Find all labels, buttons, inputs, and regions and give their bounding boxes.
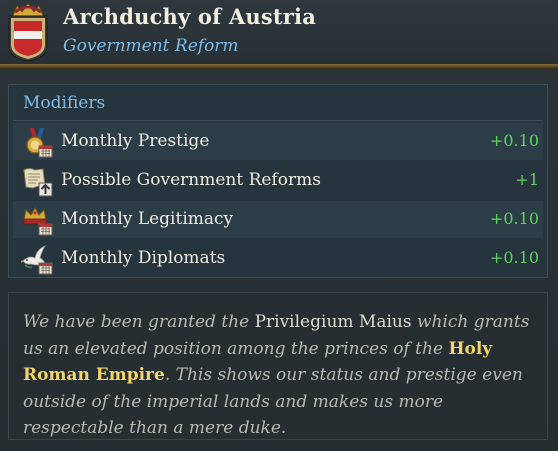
modifier-label: Monthly Legitimacy: [61, 209, 234, 229]
header-divider: [0, 64, 558, 69]
description-section: We have been granted the Privilegium Mai…: [8, 292, 548, 440]
modifier-row-prestige: Monthly Prestige +0.10: [13, 123, 543, 160]
privilegium-maius-text: Privilegium Maius: [254, 312, 412, 332]
tooltip-panel: Archduchy of Austria Government Reform M…: [0, 0, 558, 451]
modifier-value: +0.10: [489, 131, 539, 150]
tooltip-header: Archduchy of Austria Government Reform: [0, 0, 558, 66]
modifiers-heading: Modifiers: [23, 93, 106, 113]
modifier-label: Possible Government Reforms: [61, 170, 321, 190]
nation-title: Archduchy of Austria: [63, 4, 317, 29]
modifiers-divider: [13, 120, 543, 121]
modifier-label: Monthly Prestige: [61, 131, 210, 151]
modifier-value: +0.10: [489, 209, 539, 228]
austria-coat-of-arms-icon: [5, 2, 51, 62]
modifier-label: Monthly Diplomats: [61, 248, 226, 268]
modifiers-section: Modifiers Monthly Prestige +0.10 Possibl…: [8, 84, 548, 278]
modifier-row-legitimacy: Monthly Legitimacy +0.10: [13, 201, 543, 238]
diplomat-dove-icon: [19, 243, 53, 275]
modifier-value: +0.10: [489, 248, 539, 267]
legitimacy-crown-icon: [21, 204, 53, 236]
government-reform-scroll-icon: [21, 165, 53, 197]
modifier-row-diplomats: Monthly Diplomats +0.10: [13, 240, 543, 277]
prestige-medal-icon: [21, 126, 53, 158]
reform-description: We have been granted the Privilegium Mai…: [23, 309, 543, 442]
modifier-row-government-reforms: Possible Government Reforms +1: [13, 162, 543, 199]
modifier-value: +1: [515, 170, 539, 189]
description-text: We have been granted the: [23, 312, 255, 332]
tooltip-subtitle: Government Reform: [63, 36, 239, 56]
